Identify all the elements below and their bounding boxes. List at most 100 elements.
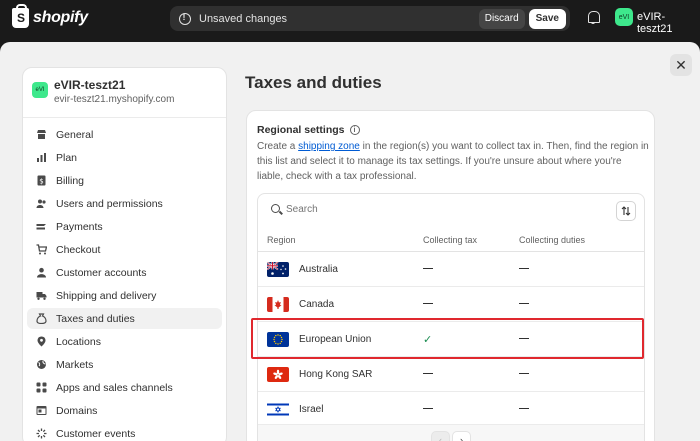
- search-input[interactable]: [286, 204, 586, 215]
- regional-settings-card: Regional settings i Create a shipping zo…: [246, 110, 655, 441]
- sidebar-item-customer-accounts[interactable]: Customer accounts: [27, 262, 222, 283]
- table-row[interactable]: Australia: [258, 252, 644, 287]
- sidebar-item-customer-events[interactable]: Customer events: [27, 423, 222, 441]
- events-icon: [36, 428, 47, 439]
- table-row[interactable]: Canada: [258, 287, 644, 322]
- sidebar-item-label: Payments: [56, 220, 103, 233]
- sidebar-item-users[interactable]: Users and permissions: [27, 193, 222, 214]
- store-icon: [36, 129, 47, 140]
- location-icon: [36, 336, 47, 347]
- shopify-bag-icon: [12, 4, 29, 28]
- regions-table: Region Collecting tax Collecting duties …: [257, 193, 645, 441]
- pagination: ‹ ›: [258, 424, 644, 441]
- store-avatar-small: eVI: [32, 82, 48, 98]
- users-icon: [36, 198, 47, 209]
- card-title: Regional settings i: [257, 124, 360, 136]
- sidebar-item-label: General: [56, 128, 94, 141]
- desc-before: Create a: [257, 141, 299, 152]
- duties-not-collected: [519, 268, 529, 270]
- sidebar-item-label: Users and permissions: [56, 197, 163, 210]
- table-row[interactable]: Israel: [258, 392, 644, 427]
- sidebar-item-label: Billing: [56, 174, 85, 187]
- tax-icon: [36, 313, 47, 324]
- sidebar-item-taxes[interactable]: Taxes and duties: [27, 308, 222, 329]
- sidebar-item-general[interactable]: General: [27, 124, 222, 145]
- canada-flag: [267, 296, 289, 312]
- hong-kong-flag: [267, 366, 289, 382]
- sidebar-item-label: Locations: [56, 335, 101, 348]
- notification-bell-icon[interactable]: [587, 11, 600, 24]
- billing-icon: $: [36, 175, 47, 186]
- shipping-zone-link[interactable]: shipping zone: [298, 141, 360, 152]
- israel-flag: [267, 401, 289, 417]
- sort-button[interactable]: [616, 201, 636, 221]
- domain-icon: [36, 405, 47, 416]
- tax-not-collected: [423, 303, 433, 305]
- sidebar-item-label: Checkout: [56, 243, 101, 256]
- settings-nav: General Plan $ Billing Users and permiss…: [23, 118, 226, 441]
- tax-not-collected: [423, 268, 433, 270]
- sidebar-item-domains[interactable]: Domains: [27, 400, 222, 421]
- tax-not-collected: [423, 408, 433, 410]
- australia-flag: [267, 261, 289, 277]
- payments-icon: [36, 221, 47, 232]
- save-button[interactable]: Save: [528, 8, 566, 29]
- sidebar-item-label: Domains: [56, 404, 98, 417]
- region-name: Canada: [299, 298, 335, 310]
- sidebar-item-label: Taxes and duties: [56, 312, 135, 325]
- close-button[interactable]: ✕: [670, 54, 692, 76]
- person-icon: [36, 267, 47, 278]
- next-page-button[interactable]: ›: [452, 430, 471, 441]
- search-row: [258, 194, 644, 228]
- store-name: eVIR-teszt21: [54, 78, 126, 92]
- settings-sidebar: eVI eVIR-teszt21 evir-teszt21.myshopify.…: [22, 67, 227, 441]
- duties-not-collected: [519, 408, 529, 410]
- apps-icon: [36, 382, 47, 393]
- table-row[interactable]: Hong Kong SAR: [258, 357, 644, 392]
- sidebar-item-label: Plan: [56, 151, 78, 164]
- settings-modal: ✕ eVI eVIR-teszt21 evir-teszt21.myshopif…: [0, 42, 700, 441]
- sidebar-item-label: Customer events: [56, 427, 136, 440]
- alert-icon: [179, 12, 191, 25]
- region-name: Australia: [299, 263, 338, 275]
- duties-not-collected: [519, 303, 529, 305]
- globe-icon: [36, 359, 47, 370]
- unsaved-changes-bar: Unsaved changes Discard Save: [170, 6, 570, 31]
- shopify-logo[interactable]: shopify: [12, 4, 88, 28]
- store-header[interactable]: eVI eVIR-teszt21 evir-teszt21.myshopify.…: [23, 68, 226, 118]
- card-title-text: Regional settings: [257, 124, 345, 136]
- discard-button[interactable]: Discard: [478, 8, 525, 29]
- page-title: Taxes and duties: [245, 73, 382, 92]
- sidebar-item-label: Customer accounts: [56, 266, 147, 279]
- duties-not-collected: [519, 373, 529, 375]
- sidebar-item-billing[interactable]: $ Billing: [27, 170, 222, 191]
- sidebar-item-plan[interactable]: Plan: [27, 147, 222, 168]
- plan-icon: [36, 152, 47, 163]
- info-icon[interactable]: i: [349, 125, 360, 135]
- top-bar: shopify Unsaved changes Discard Save eVI…: [0, 0, 700, 37]
- column-collecting-tax: Collecting tax: [423, 234, 478, 245]
- sidebar-item-label: Apps and sales channels: [56, 381, 173, 394]
- store-avatar[interactable]: eVI: [615, 8, 633, 26]
- sidebar-item-label: Shipping and delivery: [56, 289, 157, 302]
- sort-icon: [621, 206, 631, 216]
- region-name: Hong Kong SAR: [299, 368, 373, 380]
- sidebar-item-shipping[interactable]: Shipping and delivery: [27, 285, 222, 306]
- tax-not-collected: [423, 373, 433, 375]
- column-collecting-duties: Collecting duties: [519, 234, 586, 245]
- store-domain: evir-teszt21.myshopify.com: [54, 94, 175, 105]
- cart-icon: [36, 244, 47, 255]
- region-name: Israel: [299, 403, 324, 415]
- sidebar-item-payments[interactable]: Payments: [27, 216, 222, 237]
- unsaved-changes-text: Unsaved changes: [199, 12, 288, 25]
- sidebar-item-locations[interactable]: Locations: [27, 331, 222, 352]
- sidebar-item-apps[interactable]: Apps and sales channels: [27, 377, 222, 398]
- store-menu-name[interactable]: eVIR-teszt21: [637, 11, 700, 35]
- sidebar-item-markets[interactable]: Markets: [27, 354, 222, 375]
- column-region: Region: [267, 234, 296, 245]
- sidebar-item-label: Markets: [56, 358, 94, 371]
- svg-text:$: $: [39, 178, 43, 186]
- sidebar-item-checkout[interactable]: Checkout: [27, 239, 222, 260]
- card-description: Create a shipping zone in the region(s) …: [257, 139, 649, 184]
- previous-page-button[interactable]: ‹: [431, 430, 450, 441]
